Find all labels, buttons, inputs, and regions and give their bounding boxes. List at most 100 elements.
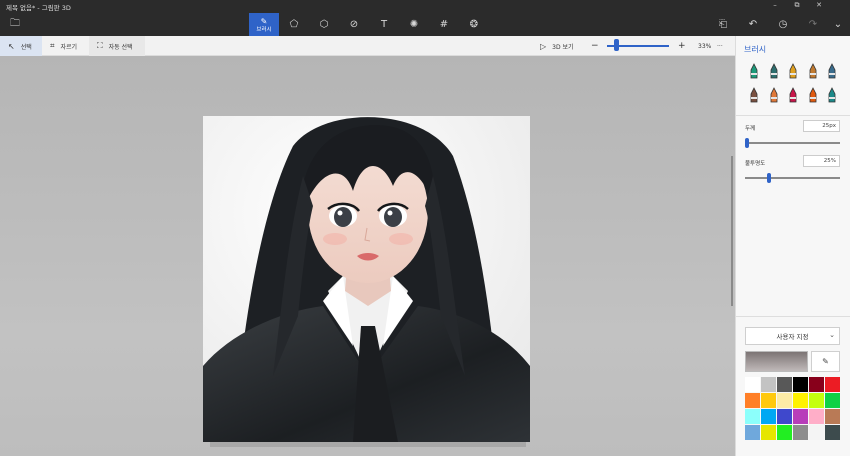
brushes-button[interactable]: ✎ 브러시 <box>249 13 279 36</box>
color-swatch[interactable] <box>777 377 792 392</box>
color-swatch[interactable] <box>777 409 792 424</box>
sub-toolbar: ↖ 선택 ⌗ 자르기 ⛶ 자동 선택 ▷ 3D 보기 − + 33% ··· <box>0 36 735 56</box>
3d-library-button[interactable]: ❂ <box>459 13 489 36</box>
color-swatch[interactable] <box>809 393 824 408</box>
2d-shapes-icon: ⬠ <box>289 19 299 30</box>
minus-icon: − <box>591 41 599 51</box>
paste-button[interactable]: ⎗ <box>708 13 738 36</box>
expand-button[interactable]: ⌄ <box>823 13 850 36</box>
select-button[interactable]: ↖ 선택 <box>0 36 42 56</box>
divider <box>736 115 850 116</box>
portrait-illustration <box>203 116 530 442</box>
zoom-in-button[interactable]: + <box>670 36 686 56</box>
color-swatch[interactable] <box>793 393 808 408</box>
canvas-shadow <box>210 442 526 447</box>
color-swatch[interactable] <box>825 377 840 392</box>
text-button[interactable]: T <box>369 13 399 36</box>
color-swatch[interactable] <box>745 377 760 392</box>
color-mode-label: 사용자 지정 <box>776 333 809 341</box>
color-swatch[interactable] <box>825 425 840 440</box>
color-swatch[interactable] <box>809 425 824 440</box>
eyedropper-button[interactable]: ✎ <box>811 351 840 372</box>
color-swatch[interactable] <box>793 409 808 424</box>
cursor-icon: ↖ <box>8 41 15 51</box>
plus-icon: + <box>678 41 686 51</box>
magic-select-button[interactable]: ⛶ 자동 선택 <box>89 36 145 56</box>
current-color-swatch[interactable] <box>745 351 808 372</box>
effects-button[interactable]: ✺ <box>399 13 429 36</box>
stickers-button[interactable]: ⊘ <box>339 13 369 36</box>
view-3d-button[interactable]: ▷ 3D 보기 <box>532 36 574 56</box>
watercolor-brush-icon[interactable] <box>806 63 820 79</box>
crayon-brush-icon[interactable] <box>767 87 781 103</box>
history-icon: ◷ <box>778 19 788 30</box>
view-3d-icon: ▷ <box>540 41 547 51</box>
crop-label: 자르기 <box>60 43 78 51</box>
brushes-label: 브러시 <box>256 26 272 33</box>
minimize-button[interactable]: – <box>766 1 784 9</box>
fill-bucket-brush-icon[interactable] <box>806 87 820 103</box>
color-swatch[interactable] <box>777 393 792 408</box>
more-button[interactable]: ··· <box>709 36 723 56</box>
color-swatch[interactable] <box>745 409 760 424</box>
color-swatch[interactable] <box>761 409 776 424</box>
brushes-icon: ✎ <box>260 16 268 26</box>
more-icon: ··· <box>717 42 723 50</box>
color-swatch[interactable] <box>825 393 840 408</box>
divider <box>736 316 850 317</box>
3d-shapes-button[interactable]: ⬡ <box>309 13 339 36</box>
eraser-pen-brush-icon[interactable] <box>747 87 761 103</box>
calligraphy-pen-brush-icon[interactable] <box>767 63 781 79</box>
2d-shapes-button[interactable]: ⬠ <box>279 13 309 36</box>
canvas-button[interactable]: # <box>429 13 459 36</box>
color-swatch[interactable] <box>793 377 808 392</box>
chevron-down-icon: ⌄ <box>829 331 835 339</box>
history-button[interactable]: ◷ <box>768 13 798 36</box>
paste-icon: ⎗ <box>719 19 727 30</box>
workspace[interactable] <box>0 56 735 456</box>
canvas-image[interactable] <box>203 116 530 442</box>
marker-brush-icon[interactable] <box>747 63 761 79</box>
crop-icon: ⌗ <box>50 41 55 50</box>
undo-icon: ↶ <box>748 19 758 30</box>
opacity-slider[interactable] <box>745 177 840 179</box>
maximize-button[interactable]: ⧉ <box>788 1 806 10</box>
crop-button[interactable]: ⌗ 자르기 <box>42 36 89 56</box>
color-swatch[interactable] <box>793 425 808 440</box>
color-swatch[interactable] <box>761 425 776 440</box>
color-swatch[interactable] <box>809 409 824 424</box>
zoom-slider-thumb[interactable] <box>614 39 619 51</box>
undo-button[interactable]: ↶ <box>738 13 768 36</box>
app-toolbar: 🗀 ✎ 브러시 ⬠ ⬡ ⊘ T ✺ # ❂ ⎗ ↶ ◷ ↷ ⌄ <box>0 13 850 36</box>
thickness-slider[interactable] <box>745 142 840 144</box>
color-swatch[interactable] <box>745 425 760 440</box>
spray-can-brush-icon[interactable] <box>786 87 800 103</box>
opacity-slider-thumb[interactable] <box>767 173 771 183</box>
color-palette <box>745 377 841 440</box>
thickness-input[interactable]: 25px <box>803 120 840 132</box>
color-swatch[interactable] <box>761 377 776 392</box>
oil-brush-brush-icon[interactable] <box>786 63 800 79</box>
pixel-pen-brush-icon[interactable] <box>825 87 839 103</box>
3d-library-icon: ❂ <box>469 19 479 30</box>
color-swatch[interactable] <box>745 393 760 408</box>
3d-shapes-icon: ⬡ <box>319 19 329 30</box>
close-button[interactable]: ✕ <box>810 1 828 9</box>
stickers-icon: ⊘ <box>349 19 359 30</box>
magic-select-label: 자동 선택 <box>108 43 133 51</box>
color-swatch[interactable] <box>761 393 776 408</box>
opacity-input[interactable]: 25% <box>803 155 840 167</box>
eyedropper-icon: ✎ <box>822 357 829 366</box>
title-bar: 제목 없음* - 그림판 3D – ⧉ ✕ <box>0 0 850 13</box>
color-swatch[interactable] <box>809 377 824 392</box>
color-swatch[interactable] <box>777 425 792 440</box>
color-swatch[interactable] <box>825 409 840 424</box>
menu-button[interactable]: 🗀 <box>0 13 30 36</box>
pencil-brush-icon[interactable] <box>825 63 839 79</box>
zoom-out-button[interactable]: − <box>583 36 599 56</box>
thickness-slider-thumb[interactable] <box>745 138 749 148</box>
vertical-scrollbar[interactable] <box>731 156 733 306</box>
color-mode-dropdown[interactable]: 사용자 지정 ⌄ <box>745 327 840 345</box>
canvas-icon: # <box>439 19 449 30</box>
thickness-label: 두께 <box>745 126 756 132</box>
